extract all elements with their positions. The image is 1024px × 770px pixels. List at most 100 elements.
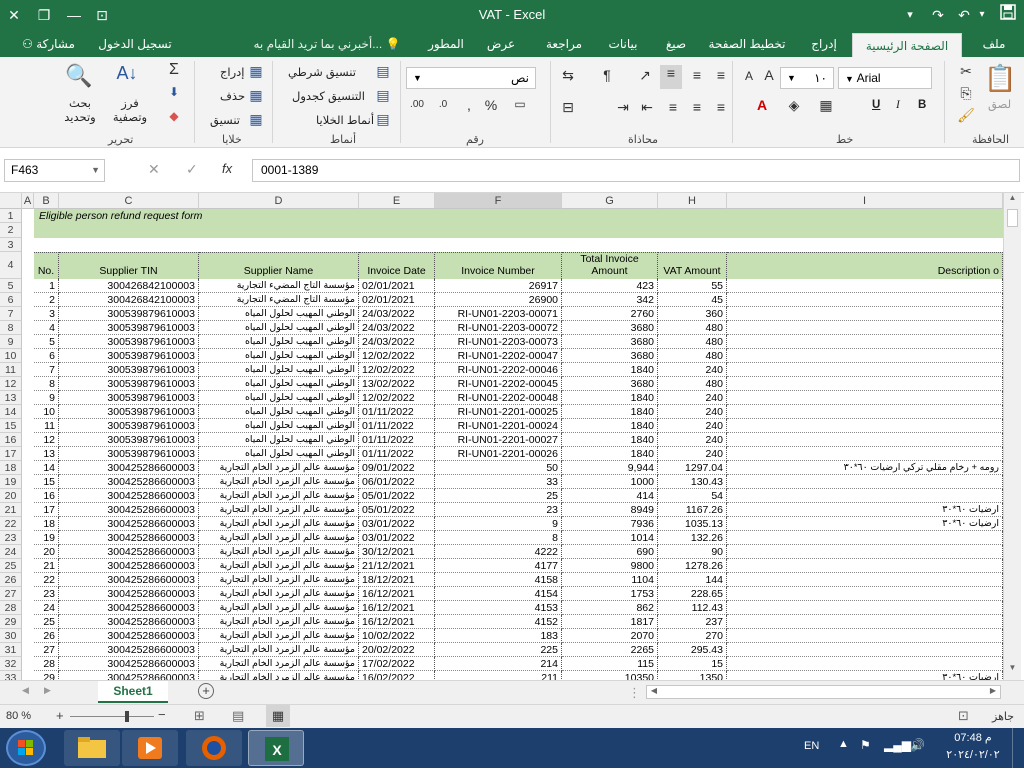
cell-tin[interactable]: 300425286600003 xyxy=(59,601,199,615)
cell-desc[interactable] xyxy=(727,643,1003,657)
cell-total[interactable]: 342 xyxy=(562,293,658,307)
cell-inv[interactable]: 33 xyxy=(435,475,562,489)
cell-name[interactable]: مؤسسة التاج المضيء التجارية xyxy=(199,279,359,293)
cell-styles-button[interactable]: أنماط الخلايا xyxy=(316,113,374,127)
save-icon[interactable] xyxy=(996,4,1020,26)
show-hidden-icons[interactable]: ▲ xyxy=(838,738,849,750)
cell-date[interactable]: 01/11/2022 xyxy=(359,447,435,461)
cell-name[interactable]: مؤسسة عالم الزمرد الخام التجارية xyxy=(199,657,359,671)
cell-name[interactable]: الوطني المهيب لحلول المياه xyxy=(199,363,359,377)
cell-tin[interactable]: 300539879610003 xyxy=(59,447,199,461)
cell-inv[interactable]: RI-UN01-2202-00047 xyxy=(435,349,562,363)
cell-total[interactable]: 3680 xyxy=(562,321,658,335)
cell-desc[interactable] xyxy=(727,629,1003,643)
align-right-icon[interactable]: ≡ xyxy=(662,99,684,115)
cell-name[interactable]: الوطني المهيب لحلول المياه xyxy=(199,433,359,447)
cell-name[interactable]: مؤسسة عالم الزمرد الخام التجارية xyxy=(199,461,359,475)
row-header[interactable]: 29 xyxy=(0,615,22,629)
column-heading-date[interactable]: Invoice Date xyxy=(359,252,435,279)
row-header[interactable]: 9 xyxy=(0,335,22,349)
cell-inv[interactable]: 9 xyxy=(435,517,562,531)
cell-no[interactable]: 27 xyxy=(34,643,59,657)
cell-vat[interactable]: 240 xyxy=(658,447,727,461)
cell-date[interactable]: 16/02/2022 xyxy=(359,671,435,680)
page-break-view-icon[interactable]: ⊞ xyxy=(194,708,205,724)
cell-desc[interactable] xyxy=(727,531,1003,545)
ribbon-display-options-icon[interactable]: ⊡ xyxy=(90,4,114,26)
cell-vat[interactable]: 1297.04 xyxy=(658,461,727,475)
row-header[interactable]: 30 xyxy=(0,629,22,643)
cell-no[interactable]: 4 xyxy=(34,321,59,335)
cell-inv[interactable]: 4158 xyxy=(435,573,562,587)
cell-inv[interactable]: 23 xyxy=(435,503,562,517)
row-header[interactable]: 2 xyxy=(0,223,22,238)
column-heading-vat[interactable]: VAT Amount xyxy=(658,252,727,279)
cell-inv[interactable]: 25 xyxy=(435,489,562,503)
cell-name[interactable]: مؤسسة عالم الزمرد الخام التجارية xyxy=(199,615,359,629)
cell-date[interactable]: 01/11/2022 xyxy=(359,405,435,419)
cell-desc[interactable] xyxy=(727,657,1003,671)
find-select-icon[interactable]: 🔍 xyxy=(64,63,94,89)
cell-vat[interactable]: 240 xyxy=(658,405,727,419)
cell-tin[interactable]: 300425286600003 xyxy=(59,517,199,531)
row-header[interactable]: 23 xyxy=(0,531,22,545)
sort-filter-button[interactable]: فرز وتصفية xyxy=(110,97,150,125)
insert-cells-button[interactable]: إدراج xyxy=(220,65,245,79)
cell-name[interactable]: مؤسسة عالم الزمرد الخام التجارية xyxy=(199,643,359,657)
row-header[interactable]: 21 xyxy=(0,503,22,517)
cell-total[interactable]: 1014 xyxy=(562,531,658,545)
cell-desc[interactable] xyxy=(727,321,1003,335)
zoom-in-icon[interactable]: + xyxy=(56,708,64,723)
close-window-button[interactable]: ✕ xyxy=(2,4,26,26)
row-header[interactable]: 17 xyxy=(0,447,22,461)
cell-tin[interactable]: 300425286600003 xyxy=(59,671,199,680)
cell-inv[interactable]: RI-UN01-2201-00026 xyxy=(435,447,562,461)
sort-filter-icon[interactable]: A↓ xyxy=(110,63,144,84)
cell-inv[interactable]: 214 xyxy=(435,657,562,671)
horizontal-scrollbar[interactable]: ◀ ▶ xyxy=(646,685,1001,699)
cell-vat[interactable]: 480 xyxy=(658,335,727,349)
column-heading-name[interactable]: Supplier Name xyxy=(199,252,359,279)
cell-no[interactable]: 24 xyxy=(34,601,59,615)
excel-taskbar-icon[interactable]: X xyxy=(248,730,304,766)
column-heading-no[interactable]: No. xyxy=(34,252,59,279)
cell-total[interactable]: 1840 xyxy=(562,433,658,447)
cell-vat[interactable]: 240 xyxy=(658,391,727,405)
cell-inv[interactable]: 4177 xyxy=(435,559,562,573)
cell-tin[interactable]: 300425286600003 xyxy=(59,587,199,601)
column-header-f[interactable]: F xyxy=(435,193,562,209)
row-header[interactable]: 13 xyxy=(0,391,22,405)
cell-name[interactable]: مؤسسة عالم الزمرد الخام التجارية xyxy=(199,559,359,573)
cell-vat[interactable]: 480 xyxy=(658,349,727,363)
cell-desc[interactable] xyxy=(727,601,1003,615)
cell-name[interactable]: الوطني المهيب لحلول المياه xyxy=(199,405,359,419)
wrap-text-icon[interactable]: ⇆ xyxy=(558,67,578,84)
share-button[interactable]: ⚇ مشاركة xyxy=(6,35,91,57)
add-sheet-icon[interactable]: + xyxy=(198,683,214,699)
cell-date[interactable]: 13/02/2022 xyxy=(359,377,435,391)
cell-no[interactable]: 6 xyxy=(34,349,59,363)
tab-data[interactable]: بيانات xyxy=(600,35,646,57)
cell-vat[interactable]: 1278.26 xyxy=(658,559,727,573)
row-header[interactable]: 26 xyxy=(0,573,22,587)
cell-inv[interactable]: RI-UN01-2203-00072 xyxy=(435,321,562,335)
cell-total[interactable]: 1840 xyxy=(562,391,658,405)
cell-desc[interactable] xyxy=(727,307,1003,321)
tab-view[interactable]: عرض xyxy=(480,35,522,57)
row-header[interactable]: 1 xyxy=(0,209,22,223)
cell-vat[interactable]: 144 xyxy=(658,573,727,587)
cell-date[interactable]: 16/12/2021 xyxy=(359,587,435,601)
sheet-tab-sheet1[interactable]: Sheet1 xyxy=(98,681,168,703)
cell-vat[interactable]: 132.26 xyxy=(658,531,727,545)
cell-name[interactable]: مؤسسة التاج المضيء التجارية xyxy=(199,293,359,307)
row-header[interactable]: 33 xyxy=(0,671,22,680)
cell-vat[interactable]: 55 xyxy=(658,279,727,293)
row-header[interactable]: 22 xyxy=(0,517,22,531)
tab-file[interactable]: ملف xyxy=(970,35,1018,57)
minimize-window-button[interactable]: — xyxy=(62,4,86,26)
cell-desc[interactable] xyxy=(727,475,1003,489)
normal-view-icon[interactable]: ▦ xyxy=(266,705,290,727)
cell-inv[interactable]: RI-UN01-2201-00027 xyxy=(435,433,562,447)
column-header-c[interactable]: C xyxy=(59,193,199,209)
row-header[interactable]: 20 xyxy=(0,489,22,503)
